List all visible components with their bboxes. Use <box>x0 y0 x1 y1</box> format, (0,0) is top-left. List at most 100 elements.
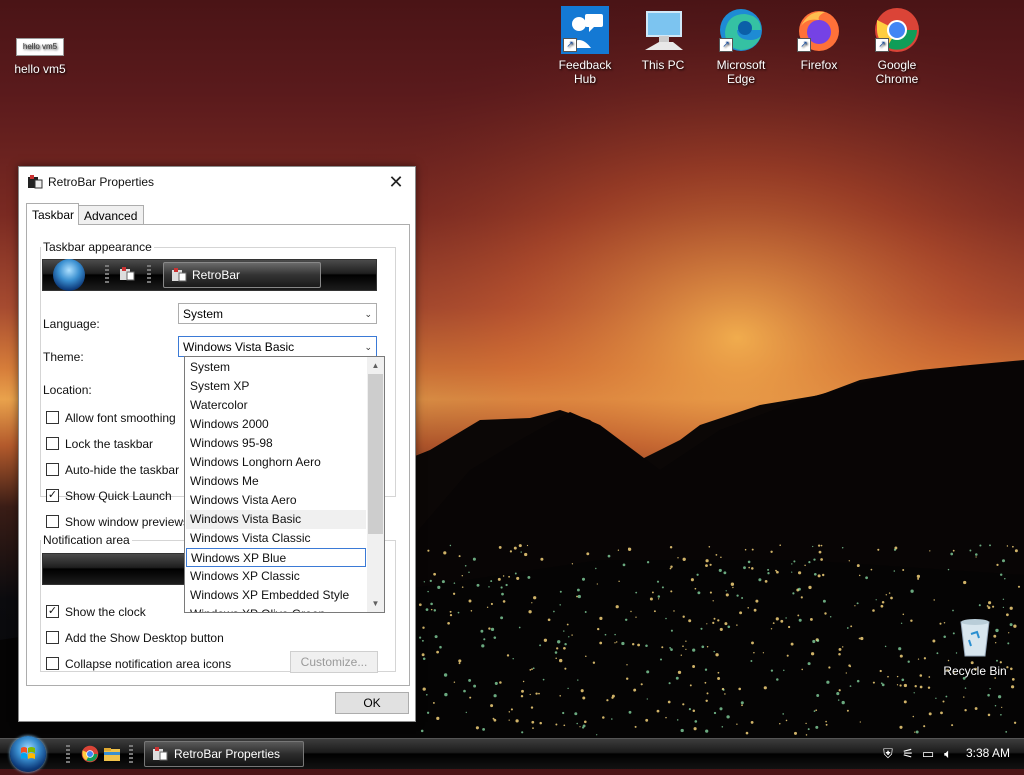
theme-option[interactable]: Windows Me <box>186 472 366 491</box>
start-button[interactable] <box>10 736 46 772</box>
network-icon[interactable]: ▭ <box>920 746 936 762</box>
city-light-dot <box>670 648 673 651</box>
theme-option[interactable]: Windows Vista Aero <box>186 491 366 510</box>
dialog-titlebar[interactable]: RetroBar Properties ✕ <box>19 167 415 197</box>
lock-taskbar-checkbox[interactable]: Lock the taskbar <box>46 437 153 451</box>
show-quick-launch-checkbox[interactable]: ✓ Show Quick Launch <box>46 489 172 503</box>
taskbar-clock[interactable]: 3:38 AM <box>966 746 1010 760</box>
city-light-dot <box>692 709 696 712</box>
city-light-dot <box>928 676 931 678</box>
city-light-dot <box>419 636 422 639</box>
city-light-dot <box>697 591 701 595</box>
city-light-dot <box>940 711 943 715</box>
theme-select[interactable]: Windows Vista Basic ⌄ <box>178 336 377 357</box>
file-explorer-quicklaunch-icon[interactable] <box>103 745 121 763</box>
firefox-icon[interactable]: ↗ Firefox <box>781 6 857 72</box>
city-light-dot <box>463 689 466 693</box>
city-light-dot <box>741 704 743 707</box>
city-light-dot <box>520 551 522 553</box>
tab-taskbar[interactable]: Taskbar <box>26 203 79 225</box>
city-light-dot <box>817 574 821 578</box>
city-light-dot <box>916 574 921 579</box>
theme-option[interactable]: Windows Longhorn Aero <box>186 453 366 472</box>
show-clock-checkbox[interactable]: ✓ Show the clock <box>46 605 146 619</box>
customize-button[interactable]: Customize... <box>290 651 378 673</box>
tab-advanced[interactable]: Advanced <box>78 205 144 226</box>
city-light-dot <box>433 572 436 576</box>
city-light-dot <box>792 592 795 595</box>
collapse-icons-checkbox[interactable]: Collapse notification area icons <box>46 657 231 671</box>
city-light-dot <box>661 646 664 649</box>
city-light-dot <box>631 642 635 646</box>
show-window-previews-checkbox[interactable]: Show window previews <box>46 515 189 529</box>
city-light-dot <box>875 599 877 601</box>
city-light-dot <box>755 599 759 603</box>
city-light-dot <box>557 640 561 644</box>
auto-hide-checkbox[interactable]: Auto-hide the taskbar <box>46 463 179 477</box>
city-light-dot <box>669 567 672 570</box>
city-light-dot <box>694 720 698 723</box>
preview-grip <box>147 265 151 285</box>
city-light-dot <box>661 586 664 589</box>
city-light-dot <box>689 684 692 687</box>
city-light-dot <box>563 724 566 727</box>
theme-option[interactable]: Watercolor <box>186 396 366 415</box>
edge-icon[interactable]: ↗ Microsoft Edge <box>703 6 779 86</box>
city-light-dot <box>1009 606 1013 610</box>
this-pc-icon[interactable]: This PC <box>625 6 701 72</box>
city-light-dot <box>825 723 828 726</box>
theme-option[interactable]: System <box>186 358 366 377</box>
taskbar-grip[interactable] <box>129 745 133 765</box>
city-light-dot <box>705 564 708 567</box>
language-select[interactable]: System ⌄ <box>178 303 377 324</box>
city-light-dot <box>1010 685 1015 689</box>
city-light-dot <box>665 617 667 620</box>
city-light-dot <box>865 576 868 580</box>
city-light-dot <box>449 544 452 547</box>
dialog-title: RetroBar Properties <box>48 175 155 189</box>
theme-option-selected[interactable]: Windows Vista Basic <box>186 510 366 529</box>
theme-option[interactable]: Windows XP Olive Green <box>186 605 366 612</box>
chrome-quicklaunch-icon[interactable] <box>81 745 99 763</box>
feedback-hub-icon[interactable]: ↗ Feedback Hub <box>547 6 623 86</box>
city-light-dot <box>705 699 708 703</box>
theme-option[interactable]: Windows 95-98 <box>186 434 366 453</box>
city-light-dot <box>712 621 715 625</box>
city-light-dot <box>696 573 699 576</box>
scroll-up-icon[interactable]: ▲ <box>367 357 384 374</box>
city-light-dot <box>791 563 793 565</box>
city-light-dot <box>706 623 708 625</box>
chrome-icon[interactable]: ↗ Google Chrome <box>859 6 935 86</box>
scroll-down-icon[interactable]: ▼ <box>367 595 384 612</box>
city-light-dot <box>753 608 757 612</box>
hello-vm5-icon[interactable]: hello vm5 hello vm5 <box>2 36 78 76</box>
retrobar-properties-task-button[interactable]: RetroBar Properties <box>144 741 304 767</box>
scroll-thumb[interactable] <box>368 374 383 534</box>
city-light-dot <box>854 605 856 607</box>
theme-option[interactable]: Windows Vista Classic <box>186 529 366 548</box>
security-shield-icon[interactable]: ⛨ <box>880 746 896 762</box>
theme-option[interactable]: Windows XP Embedded Style <box>186 586 366 605</box>
taskbar-grip[interactable] <box>66 745 70 765</box>
city-light-dot <box>838 647 842 651</box>
show-desktop-button-checkbox[interactable]: Add the Show Desktop button <box>46 631 224 645</box>
dropdown-scrollbar[interactable]: ▲ ▼ <box>367 357 384 612</box>
volume-muted-icon[interactable]: 🔈︎ <box>940 746 956 762</box>
network-off-icon[interactable]: ⚟ <box>900 746 916 762</box>
city-light-dot <box>432 701 435 704</box>
city-light-dot <box>929 550 931 552</box>
city-light-dot <box>566 623 569 626</box>
city-light-dot <box>458 555 461 558</box>
city-light-dot <box>521 731 524 734</box>
city-light-dot <box>915 730 919 734</box>
theme-option[interactable]: Windows XP Classic <box>186 567 366 586</box>
city-light-dot <box>815 709 818 712</box>
theme-option[interactable]: Windows 2000 <box>186 415 366 434</box>
close-button[interactable]: ✕ <box>383 171 409 193</box>
ok-button[interactable]: OK <box>335 692 409 714</box>
recycle-bin-icon[interactable]: Recycle Bin <box>937 612 1013 678</box>
city-light-dot <box>458 659 462 663</box>
theme-option-focused[interactable]: Windows XP Blue <box>186 548 366 567</box>
theme-option[interactable]: System XP <box>186 377 366 396</box>
allow-font-smoothing-checkbox[interactable]: Allow font smoothing <box>46 411 176 425</box>
